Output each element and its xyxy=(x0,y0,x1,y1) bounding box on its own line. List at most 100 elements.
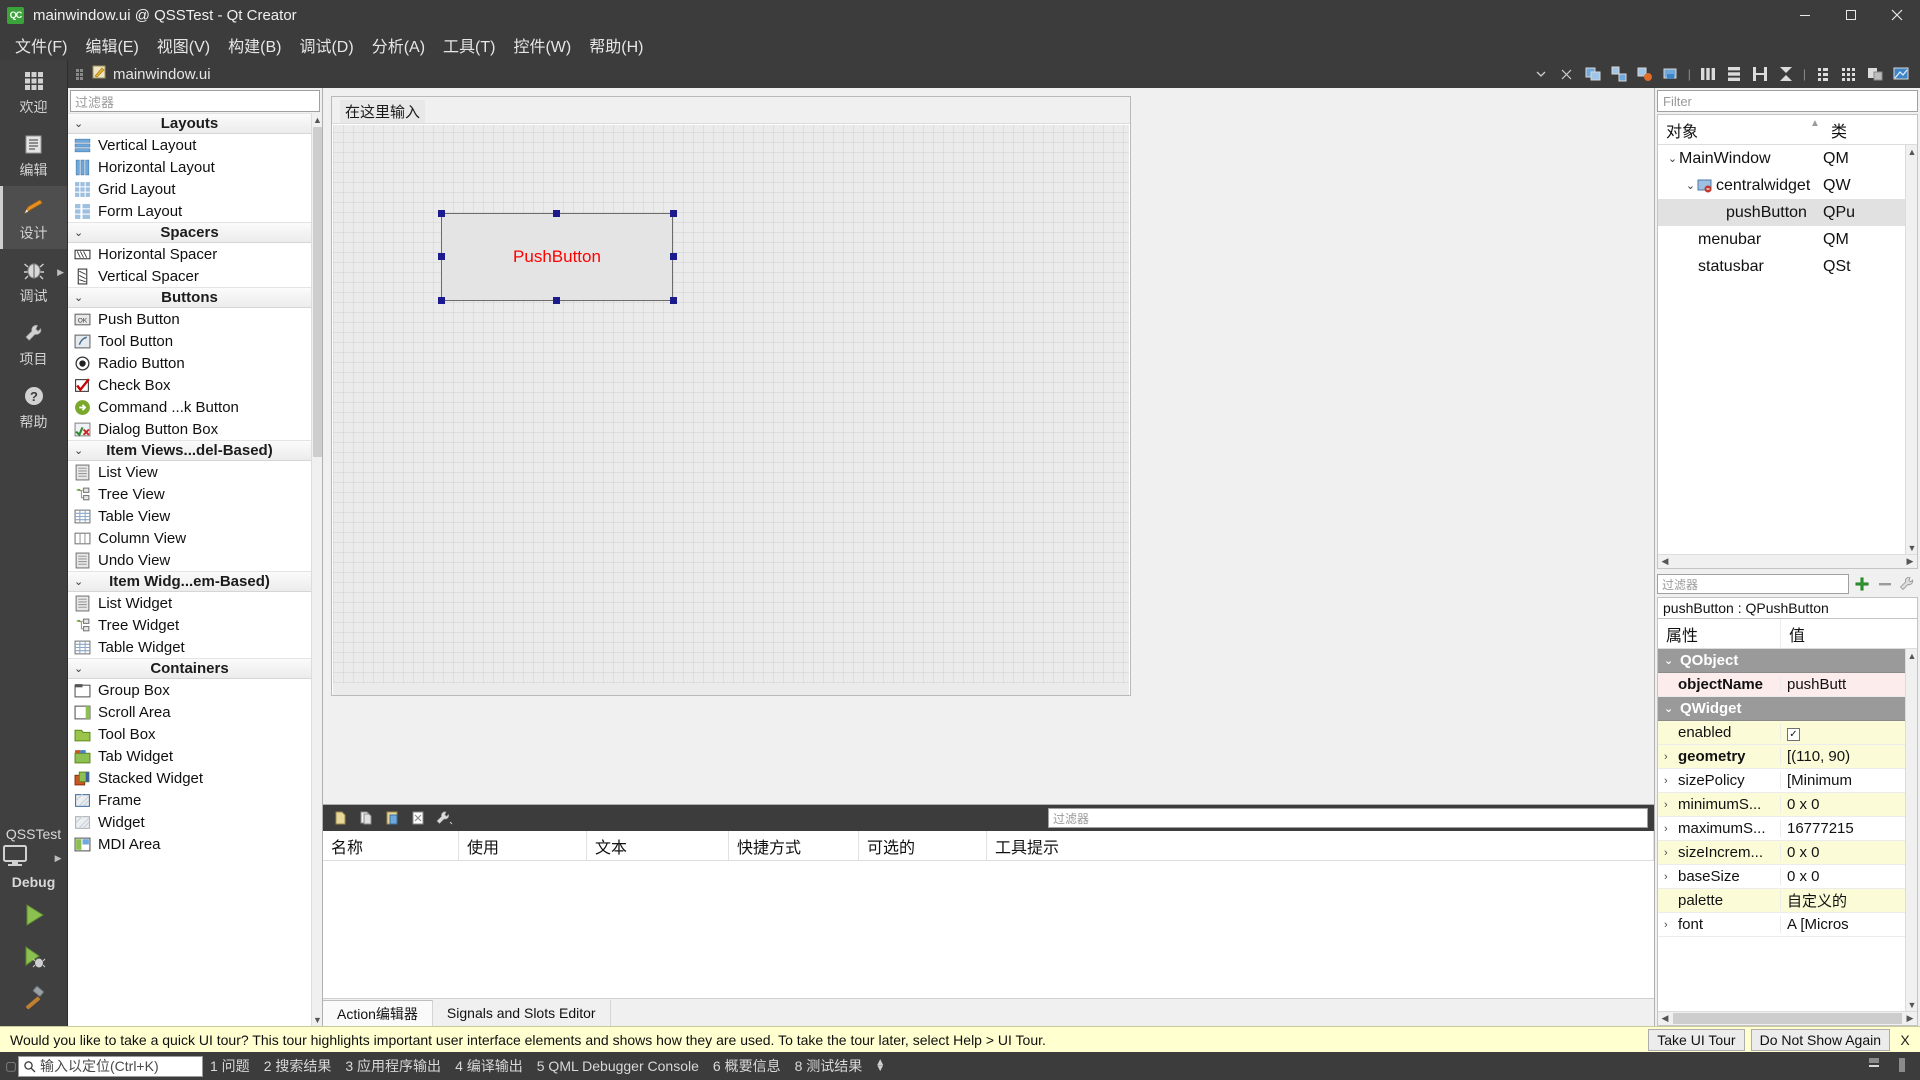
scroll-up-icon[interactable]: ▲ xyxy=(1906,145,1918,158)
form-centralwidget[interactable]: PushButton xyxy=(333,125,1129,683)
widget-category-layouts[interactable]: ⌄ Layouts xyxy=(68,113,311,134)
column-header-value[interactable]: 值 xyxy=(1780,619,1917,648)
property-row-maximumsize[interactable]: › maximumS... 16777215 xyxy=(1658,817,1917,841)
paste-action-icon[interactable] xyxy=(381,807,403,829)
layout-splitter-h-icon[interactable] xyxy=(1747,62,1773,86)
property-row-objectname[interactable]: objectName pushButt xyxy=(1658,673,1917,697)
widget-item-widget[interactable]: Widget xyxy=(68,811,311,833)
tab-action-editor[interactable]: Action编辑器 xyxy=(323,1000,433,1026)
property-value[interactable]: 自定义的 xyxy=(1780,890,1917,911)
run-button[interactable] xyxy=(0,894,68,936)
chevron-right-icon[interactable]: › xyxy=(1664,823,1668,835)
break-layout-icon[interactable] xyxy=(1862,62,1888,86)
widget-item-list-view[interactable]: List View xyxy=(68,461,311,483)
column-header-object[interactable]: 对象 xyxy=(1658,115,1823,144)
widget-category-item-widgets[interactable]: ⌄ Item Widg...em-Based) xyxy=(68,571,311,592)
menu-view[interactable]: 视图(V) xyxy=(148,30,219,60)
output-pane-app-output[interactable]: 3 应用程序输出 xyxy=(338,1054,448,1078)
configure-property-icon[interactable] xyxy=(1898,574,1918,594)
mode-design[interactable]: 设计 xyxy=(0,186,67,249)
action-editor-filter-input[interactable]: 过滤器 xyxy=(1048,808,1648,828)
layout-grid-icon[interactable] xyxy=(1836,62,1862,86)
scrollbar-thumb[interactable] xyxy=(1673,1013,1902,1024)
mode-edit[interactable]: 编辑 xyxy=(0,123,67,186)
output-pane-search-results[interactable]: 2 搜索结果 xyxy=(257,1054,339,1078)
output-pane-spinner[interactable]: ▲ ▼ xyxy=(869,1058,891,1074)
action-editor-rows[interactable] xyxy=(323,861,1654,998)
chevron-down-icon[interactable]: ⌄ xyxy=(1664,702,1673,715)
chevron-right-icon[interactable]: › xyxy=(1664,847,1668,859)
widget-item-tool-box[interactable]: Tool Box xyxy=(68,723,311,745)
property-editor-vscrollbar[interactable]: ▲ ▼ xyxy=(1905,649,1917,1011)
delete-action-icon[interactable] xyxy=(407,807,429,829)
property-value[interactable]: 0 x 0 xyxy=(1780,844,1917,861)
menu-debug[interactable]: 调试(D) xyxy=(290,30,362,60)
widget-box-scrollbar[interactable]: ▲ ▼ xyxy=(311,113,322,1026)
edit-signals-slots-icon[interactable] xyxy=(1606,62,1632,86)
object-inspector-hscrollbar[interactable]: ◀ ▶ xyxy=(1658,554,1917,568)
widget-item-table-view[interactable]: Table View xyxy=(68,505,311,527)
widget-item-scroll-area[interactable]: Scroll Area xyxy=(68,701,311,723)
form-push-button[interactable]: PushButton xyxy=(441,213,673,301)
property-group-qwidget[interactable]: ⌄ QWidget xyxy=(1658,697,1917,721)
property-row-palette[interactable]: palette 自定义的 xyxy=(1658,889,1917,913)
edit-tab-order-icon[interactable] xyxy=(1658,62,1684,86)
widget-box-filter-input[interactable]: 过滤器 xyxy=(70,90,320,112)
remove-property-icon[interactable] xyxy=(1875,574,1895,594)
close-button[interactable] xyxy=(1874,0,1920,30)
widget-item-dialog-button-box[interactable]: Dialog Button Box xyxy=(68,418,311,440)
column-header-property[interactable]: 属性 xyxy=(1658,619,1780,648)
design-canvas[interactable]: 在这里输入 PushButton xyxy=(323,88,1654,804)
widget-item-column-view[interactable]: Column View xyxy=(68,527,311,549)
widget-item-tree-widget[interactable]: Tree Widget xyxy=(68,614,311,636)
object-row-pushbutton[interactable]: pushButton QPu xyxy=(1658,199,1917,226)
widget-category-containers[interactable]: ⌄ Containers xyxy=(68,658,311,679)
property-row-sizepolicy[interactable]: › sizePolicy [Minimum xyxy=(1658,769,1917,793)
property-group-qobject[interactable]: ⌄ QObject xyxy=(1658,649,1917,673)
widget-item-tool-button[interactable]: Tool Button xyxy=(68,330,311,352)
output-pane-issues[interactable]: 1 问题 xyxy=(203,1054,257,1078)
resize-handle-bottom-left[interactable] xyxy=(438,297,445,304)
column-header-shortcut[interactable]: 快捷方式 xyxy=(729,831,859,860)
resize-handle-top-right[interactable] xyxy=(670,210,677,217)
adjust-size-icon[interactable] xyxy=(1888,62,1914,86)
resize-handle-bottom[interactable] xyxy=(553,297,560,304)
edit-widgets-icon[interactable] xyxy=(1580,62,1606,86)
resize-handle-top[interactable] xyxy=(553,210,560,217)
menu-analyze[interactable]: 分析(A) xyxy=(363,30,434,60)
widget-item-vertical-layout[interactable]: Vertical Layout xyxy=(68,134,311,156)
property-value[interactable]: ✓ xyxy=(1780,724,1917,741)
form-menu-placeholder[interactable]: 在这里输入 xyxy=(340,100,426,123)
mode-welcome[interactable]: 欢迎 xyxy=(0,60,67,123)
menu-widgets[interactable]: 控件(W) xyxy=(504,30,580,60)
property-row-sizeincrement[interactable]: › sizeIncrem... 0 x 0 xyxy=(1658,841,1917,865)
property-value[interactable]: pushButt xyxy=(1780,676,1917,693)
widget-item-tab-widget[interactable]: Tab Widget xyxy=(68,745,311,767)
menu-help[interactable]: 帮助(H) xyxy=(580,30,652,60)
tab-signals-slots-editor[interactable]: Signals and Slots Editor xyxy=(433,1000,611,1026)
property-row-font[interactable]: › font A [Micros xyxy=(1658,913,1917,937)
chevron-right-icon[interactable]: › xyxy=(1664,919,1668,931)
layout-horizontal-icon[interactable] xyxy=(1695,62,1721,86)
chevron-right-icon[interactable]: › xyxy=(1664,775,1668,787)
debug-button[interactable] xyxy=(0,936,68,978)
chevron-right-icon[interactable]: › xyxy=(1664,871,1668,883)
close-icon[interactable] xyxy=(1554,62,1580,86)
output-pane-compile-output[interactable]: 4 编译输出 xyxy=(448,1054,530,1078)
property-editor-filter-input[interactable]: 过滤器 xyxy=(1657,574,1849,594)
build-button[interactable] xyxy=(0,978,68,1020)
object-inspector-filter-input[interactable]: Filter xyxy=(1657,90,1918,112)
property-value[interactable]: [Minimum xyxy=(1780,772,1917,789)
scrollbar-thumb[interactable] xyxy=(313,127,322,457)
form-menubar[interactable]: 在这里输入 xyxy=(332,97,1130,124)
output-pane-general-messages[interactable]: 6 概要信息 xyxy=(706,1054,788,1078)
drag-handle-icon[interactable] xyxy=(76,67,85,81)
widget-item-vertical-spacer[interactable]: Vertical Spacer xyxy=(68,265,311,287)
property-editor-hscrollbar[interactable]: ◀ ▶ xyxy=(1658,1011,1917,1025)
form-statusbar[interactable] xyxy=(333,683,1129,695)
copy-action-icon[interactable] xyxy=(355,807,377,829)
do-not-show-again-button[interactable]: Do Not Show Again xyxy=(1750,1028,1890,1051)
scroll-left-icon[interactable]: ◀ xyxy=(1659,556,1671,567)
scroll-up-icon[interactable]: ▲ xyxy=(1906,649,1917,662)
configure-icon[interactable] xyxy=(433,807,455,829)
